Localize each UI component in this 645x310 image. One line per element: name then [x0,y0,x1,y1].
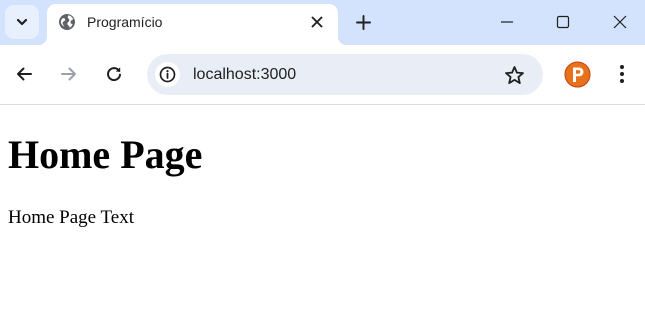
plus-icon [355,14,371,30]
extension-p-icon[interactable]: P [564,61,591,88]
globe-icon [59,14,75,30]
bookmark-button[interactable] [502,63,526,87]
minimize-button[interactable] [492,7,522,37]
star-icon [504,65,524,84]
page-content: Home Page Home Page Text [0,105,645,310]
forward-button[interactable] [55,60,83,88]
browser-menu-button[interactable] [610,60,634,88]
page-heading: Home Page [8,132,203,177]
arrow-right-icon [61,67,76,81]
back-button[interactable] [10,60,38,88]
chevron-down-icon [16,18,28,26]
more-vertical-icon [620,65,624,83]
browser-window: Programício localhost:3000 P Home Page H… [0,0,645,310]
maximize-button[interactable] [548,7,578,37]
reload-button[interactable] [100,60,128,88]
site-info-button[interactable] [155,62,180,87]
close-icon [613,15,627,29]
tab-active[interactable]: Programício [38,4,347,45]
arrow-left-icon [17,67,32,81]
browser-toolbar: localhost:3000 P [0,45,645,105]
maximize-icon [556,15,570,29]
tab-close-button[interactable] [306,11,328,33]
tab-title: Programício [87,14,163,30]
new-tab-button[interactable] [351,10,375,34]
tab-search-button[interactable] [5,5,39,39]
minimize-icon [501,21,513,23]
address-bar[interactable]: localhost:3000 [147,54,543,95]
address-url[interactable]: localhost:3000 [193,65,296,84]
close-icon [311,16,323,28]
page-text: Home Page Text [8,207,135,228]
window-close-button[interactable] [605,7,635,37]
tab-strip: Programício [0,0,645,45]
reload-icon [107,67,121,82]
info-icon [159,66,176,83]
